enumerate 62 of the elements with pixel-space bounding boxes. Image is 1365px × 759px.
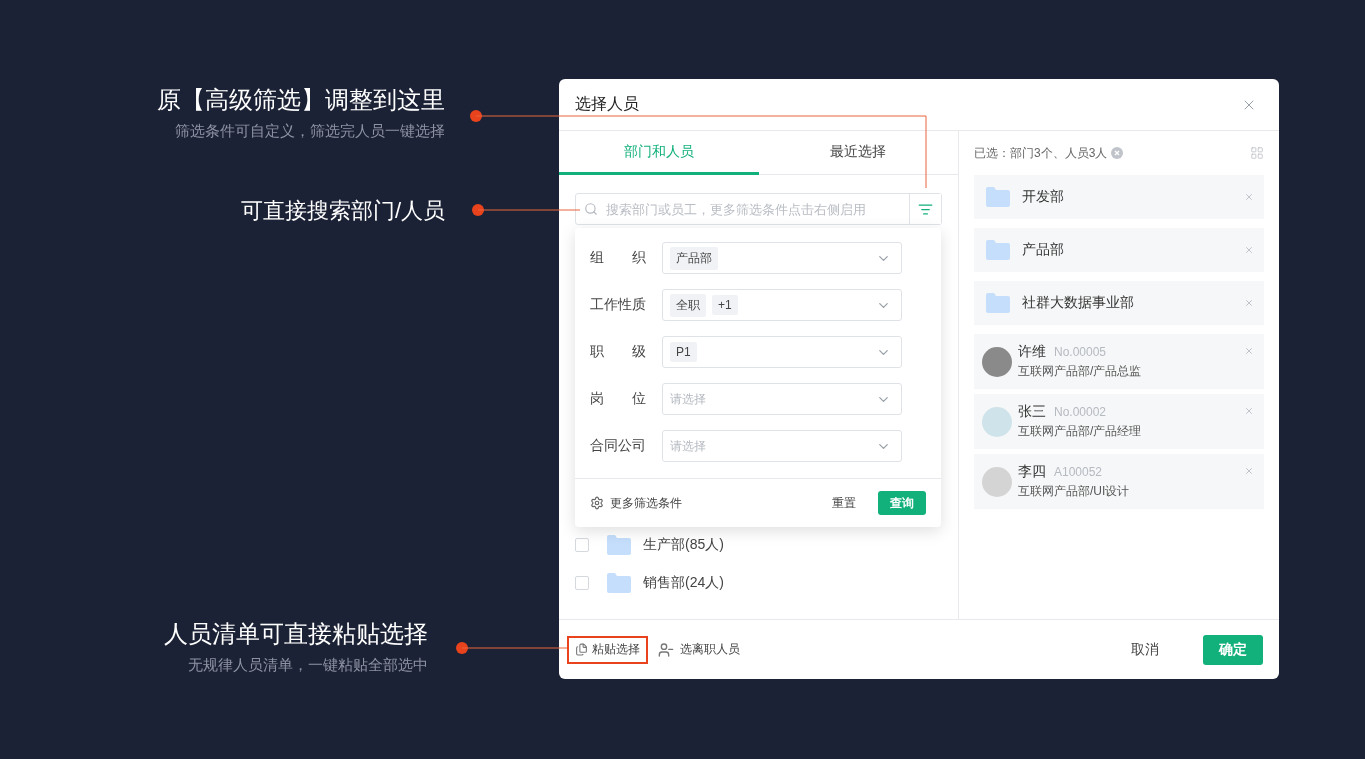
avatar: [982, 466, 1012, 497]
remove-icon[interactable]: [1244, 192, 1254, 202]
filter-label: 组织: [590, 249, 646, 267]
remove-icon[interactable]: [1244, 245, 1254, 255]
callout-title: 可直接搜索部门/人员: [240, 197, 445, 225]
filter-select[interactable]: P1: [662, 336, 902, 368]
folder-icon: [986, 187, 1010, 207]
selected-summary: 已选：部门3个、人员3人: [974, 144, 1108, 162]
remove-icon[interactable]: [1244, 298, 1254, 308]
person-position: 互联网产品部/UI设计: [1018, 483, 1131, 500]
checkbox[interactable]: [575, 538, 589, 552]
grid-icon[interactable]: [1250, 146, 1264, 160]
tag-chip: +1: [712, 295, 738, 315]
department-name[interactable]: 销售部(24人): [643, 574, 724, 592]
person-name: 张三: [1018, 403, 1046, 421]
person-position: 互联网产品部/产品经理: [1018, 423, 1143, 440]
folder-icon: [607, 573, 631, 593]
tag-chip: 产品部: [670, 246, 718, 270]
department-name: 社群大数据事业部: [1022, 294, 1134, 312]
documents-icon: [575, 643, 588, 656]
employee-id: A100052: [1054, 465, 1103, 479]
filter-label: 职级: [590, 343, 646, 361]
avatar: [982, 406, 1012, 437]
tag-chip: 全职: [670, 293, 706, 317]
person-position: 互联网产品部/产品总监: [1018, 363, 1143, 380]
callout-title: 原【高级筛选】调整到这里: [157, 85, 445, 115]
cancel-button[interactable]: 取消: [1125, 639, 1165, 660]
folder-icon: [607, 535, 631, 555]
filter-select[interactable]: 产品部: [662, 242, 902, 274]
callout-subtitle: 无规律人员清单，一键粘贴全部选中: [188, 655, 428, 675]
select-placeholder: 请选择: [670, 437, 706, 455]
folder-icon: [986, 240, 1010, 260]
clear-icon[interactable]: [1111, 147, 1124, 159]
avatar: [982, 346, 1012, 377]
department-name: 开发部: [1022, 188, 1064, 206]
person-name: 许维: [1018, 343, 1046, 361]
select-placeholder: 请选择: [670, 390, 706, 408]
department-name[interactable]: 生产部(85人): [643, 536, 724, 554]
filter-label: 工作性质: [590, 296, 646, 314]
settings-icon: [590, 496, 604, 510]
filter-label: 岗位: [590, 390, 646, 408]
filter-label: 合同公司: [590, 437, 646, 455]
paste-select-button[interactable]: 粘贴选择: [567, 635, 648, 664]
dialog-title: 选择人员: [575, 94, 639, 114]
reset-button[interactable]: 重置: [832, 494, 856, 512]
tab[interactable]: 最近选择: [758, 131, 958, 175]
more-filters-link[interactable]: 更多筛选条件: [590, 494, 682, 512]
department-name: 产品部: [1022, 241, 1064, 259]
remove-icon[interactable]: [1244, 466, 1254, 476]
employee-id: No.00005: [1054, 345, 1107, 359]
remove-icon[interactable]: [1244, 346, 1254, 356]
filter-select[interactable]: 全职 +1: [662, 289, 902, 321]
folder-icon: [986, 293, 1010, 313]
tag-chip: P1: [670, 342, 697, 362]
employee-id: No.00002: [1054, 405, 1107, 419]
callout-title: 人员清单可直接粘贴选择: [164, 619, 428, 649]
remove-icon[interactable]: [1244, 406, 1254, 416]
callout-subtitle: 筛选条件可自定义，筛选完人员一键选择: [175, 121, 445, 141]
resigned-staff-button[interactable]: 选离职人员: [658, 641, 740, 658]
user-minus-icon: [658, 641, 674, 658]
checkbox[interactable]: [575, 576, 589, 590]
person-name: 李四: [1018, 463, 1046, 481]
